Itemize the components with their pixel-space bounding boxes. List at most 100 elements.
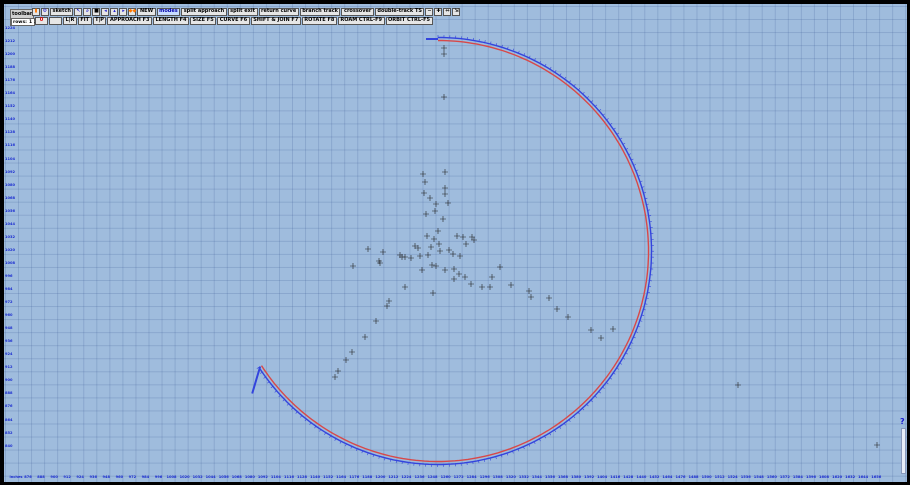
point-marker[interactable] — [451, 276, 457, 282]
point-marker[interactable] — [419, 267, 425, 273]
point-marker[interactable] — [408, 255, 414, 261]
pointer-icon[interactable]: ↖ — [74, 7, 83, 16]
point-marker[interactable] — [735, 382, 741, 388]
point-marker[interactable] — [440, 216, 446, 222]
arrow-up-icon[interactable]: ▴ — [110, 7, 119, 16]
point-marker[interactable] — [343, 357, 349, 363]
track-rail-outer[interactable] — [258, 36, 653, 466]
drawing-canvas[interactable]: toolbars rows: 1 2 ▮ ⚙ sketch ↖ ⌕ ■ ◂ ▴ … — [4, 4, 907, 482]
point-marker[interactable] — [423, 211, 429, 217]
point-marker[interactable] — [441, 94, 447, 100]
point-marker[interactable] — [468, 281, 474, 287]
approach-button[interactable]: APPROACH F3 — [107, 16, 152, 25]
rotate-button[interactable]: ROTATE F8 — [301, 16, 337, 25]
stop-icon[interactable]: ■ — [92, 7, 101, 16]
point-marker[interactable] — [565, 314, 571, 320]
point-marker[interactable] — [489, 274, 495, 280]
point-marker[interactable] — [454, 233, 460, 239]
magnify-icon[interactable]: ⌕ — [83, 7, 92, 16]
point-marker[interactable] — [460, 234, 466, 240]
point-marker[interactable] — [430, 290, 436, 296]
point-marker[interactable] — [429, 262, 435, 268]
branch-track-button[interactable]: branch track — [299, 7, 341, 16]
flag-icon[interactable]: ▮ — [32, 7, 40, 16]
point-marker[interactable] — [451, 266, 457, 272]
split-approach-button[interactable]: split approach — [181, 7, 227, 16]
point-marker[interactable] — [380, 249, 386, 255]
point-marker[interactable] — [335, 368, 341, 374]
point-marker[interactable] — [450, 251, 456, 257]
zoom-scrollbar[interactable] — [901, 428, 906, 474]
point-marker[interactable] — [442, 185, 448, 191]
point-marker[interactable] — [446, 247, 452, 253]
point-marker[interactable] — [462, 274, 468, 280]
point-marker[interactable] — [441, 45, 447, 51]
point-marker[interactable] — [456, 271, 462, 277]
point-marker[interactable] — [554, 306, 560, 312]
point-marker[interactable] — [435, 228, 441, 234]
double-track-button[interactable]: double-track TS — [374, 7, 425, 16]
point-marker[interactable] — [588, 327, 594, 333]
point-marker[interactable] — [526, 288, 532, 294]
point-marker[interactable] — [445, 200, 451, 206]
point-marker[interactable] — [442, 267, 448, 273]
size-button[interactable]: SIZE F5 — [190, 16, 217, 25]
point-marker[interactable] — [428, 244, 434, 250]
point-marker[interactable] — [349, 349, 355, 355]
point-marker[interactable] — [422, 179, 428, 185]
point-marker[interactable] — [332, 374, 338, 380]
modes-button[interactable]: modes — [156, 7, 181, 16]
sketch-button[interactable]: sketch — [50, 7, 74, 16]
point-marker[interactable] — [433, 263, 439, 269]
spiral-icon[interactable]: ◆◆ — [128, 7, 137, 16]
zero-button[interactable]: 0 — [35, 16, 48, 25]
tip-button[interactable]: T|P — [92, 16, 107, 25]
point-marker[interactable] — [441, 51, 447, 57]
rows-selector[interactable]: rows: 1 2 — [11, 18, 37, 26]
orbit-button[interactable]: ORBIT CTRL-F5 — [385, 16, 433, 25]
roam-button[interactable]: ROAM CTRL-F9 — [337, 16, 385, 25]
new-button[interactable]: NEW — [137, 7, 156, 16]
arrow-left-icon[interactable]: ◂ — [101, 7, 110, 16]
track-drawing[interactable] — [4, 4, 907, 482]
point-marker[interactable] — [497, 264, 503, 270]
point-marker[interactable] — [417, 253, 423, 259]
rows-option-1[interactable]: 1 — [29, 20, 32, 25]
gear-icon[interactable]: ⚙ — [41, 7, 49, 16]
point-marker[interactable] — [457, 253, 463, 259]
point-marker[interactable] — [424, 233, 430, 239]
shift-join-button[interactable]: SHIFT & JOIN F7 — [250, 16, 301, 25]
point-marker[interactable] — [528, 294, 534, 300]
left-right-button[interactable]: L|R — [63, 16, 77, 25]
length-button[interactable]: LENGTH F4 — [153, 16, 190, 25]
point-marker[interactable] — [546, 295, 552, 301]
point-marker[interactable] — [350, 263, 356, 269]
point-marker[interactable] — [598, 335, 604, 341]
point-marker[interactable] — [874, 442, 880, 448]
fit-button[interactable]: FIT — [77, 16, 92, 25]
point-marker[interactable] — [427, 195, 433, 201]
point-marker[interactable] — [421, 190, 427, 196]
point-marker[interactable] — [373, 318, 379, 324]
return-curve-button[interactable]: return curve — [258, 7, 299, 16]
point-marker[interactable] — [431, 236, 437, 242]
split-exit-button[interactable]: split exit — [227, 7, 258, 16]
point-marker[interactable] — [479, 284, 485, 290]
point-marker[interactable] — [362, 334, 368, 340]
point-marker[interactable] — [610, 326, 616, 332]
point-marker[interactable] — [442, 191, 448, 197]
track-lead-in[interactable] — [251, 366, 262, 394]
point-marker[interactable] — [365, 246, 371, 252]
point-marker[interactable] — [420, 171, 426, 177]
minus-icon[interactable]: − — [425, 7, 434, 16]
point-marker[interactable] — [437, 248, 443, 254]
point-marker[interactable] — [463, 241, 469, 247]
help-icon[interactable]: ? — [900, 418, 907, 426]
point-marker[interactable] — [432, 208, 438, 214]
double-arrow-icon[interactable]: ⇔ — [443, 7, 452, 16]
export-icon[interactable]: ⇲ — [452, 7, 461, 16]
point-marker[interactable] — [425, 252, 431, 258]
arrow-down-icon[interactable]: ▸ — [119, 7, 128, 16]
track-rail-inner[interactable] — [260, 39, 650, 463]
plus-icon[interactable]: ✚ — [434, 7, 443, 16]
